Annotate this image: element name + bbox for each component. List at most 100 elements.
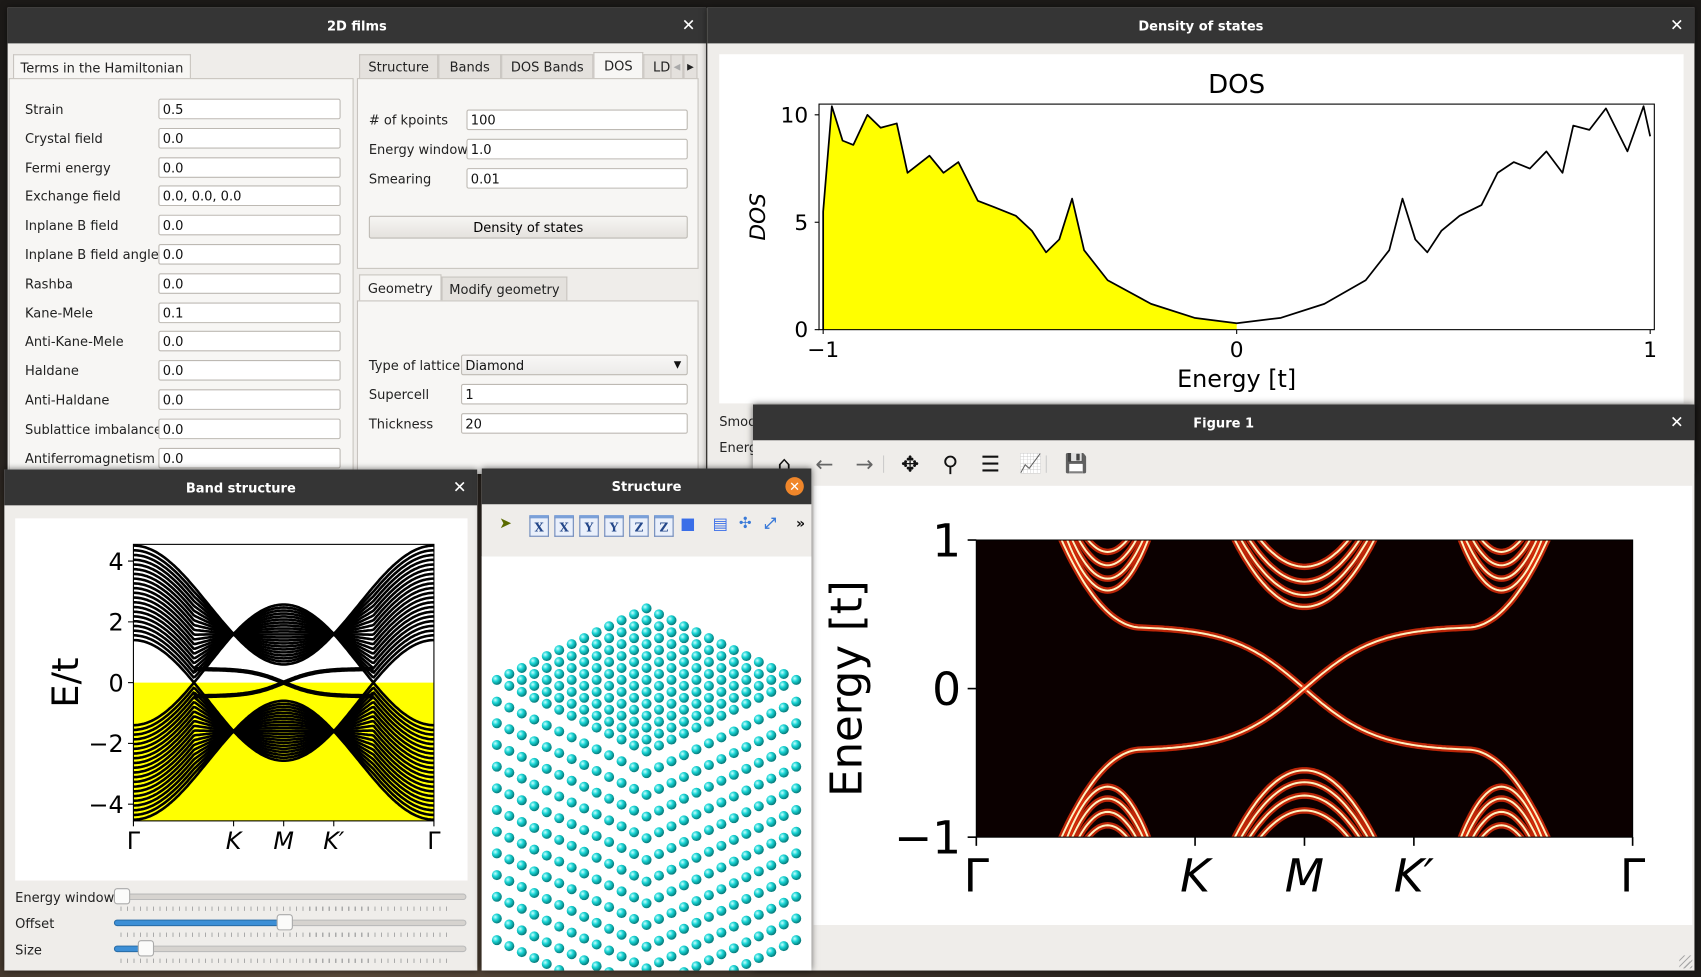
structure-3d-view[interactable]	[481, 556, 812, 971]
tab-scroll-right-button[interactable]: ▶	[683, 54, 698, 79]
atom-sphere	[529, 692, 540, 703]
atom-sphere	[741, 663, 752, 673]
atom-sphere	[529, 931, 540, 942]
save-disk-icon[interactable]: 💾	[1063, 451, 1089, 477]
slider-energy-window[interactable]	[113, 888, 467, 911]
atom-sphere	[616, 864, 627, 875]
close-icon[interactable]: ✕	[1670, 413, 1684, 430]
atom-sphere	[678, 657, 689, 668]
density-of-states-button[interactable]: Density of states	[368, 215, 688, 239]
view-y-icon[interactable]: Y	[579, 515, 599, 537]
atom-sphere	[504, 745, 515, 756]
split-view-icon[interactable]: ▤	[712, 514, 729, 534]
x-tick-label: Γ	[427, 827, 441, 855]
dos-occupied-fill	[823, 106, 1237, 330]
configure-subplots-icon[interactable]: ☰	[977, 451, 1003, 477]
resize-grip[interactable]	[1679, 955, 1693, 969]
atom-sphere	[529, 866, 540, 877]
view-minus-z-icon[interactable]: Z	[654, 515, 674, 537]
tab-ld[interactable]: LD	[643, 54, 673, 79]
close-icon[interactable]: ✕	[682, 16, 696, 33]
slider-handle[interactable]	[137, 940, 154, 957]
hamiltonian-panel: Strain 0.5 Crystal field 0.0 Fermi energy 0.0…	[8, 78, 354, 474]
pan-move-icon[interactable]: ✥	[897, 451, 923, 477]
zoom-magnifier-icon[interactable]: ⚲	[937, 451, 963, 477]
view-minus-x-icon[interactable]: X	[554, 515, 574, 537]
slider-handle[interactable]	[276, 914, 294, 931]
tab-bands[interactable]: Bands	[438, 54, 502, 79]
tab-hamiltonian[interactable]: Terms in the Hamiltonian	[13, 54, 191, 81]
tab-structure[interactable]: Structure	[359, 54, 439, 79]
structure-titlebar[interactable]: Structure ✕	[481, 468, 812, 505]
edit-axes-icon[interactable]: 📈	[1018, 451, 1044, 477]
view-minus-y-icon[interactable]: Y	[604, 515, 624, 537]
supercell-input[interactable]: 1	[461, 383, 688, 405]
more-chevron-icon[interactable]: »	[792, 515, 809, 532]
atom-sphere	[691, 674, 702, 685]
slider-handle[interactable]	[113, 888, 131, 905]
atom-sphere	[541, 674, 552, 685]
tab-scroll-left-button[interactable]: ◀	[670, 54, 684, 79]
atom-sphere	[491, 761, 502, 772]
term-input[interactable]: 0.0	[158, 418, 341, 439]
term-input[interactable]: 0.0	[158, 447, 341, 469]
toolbar-separator	[883, 455, 885, 473]
close-icon[interactable]: ✕	[785, 477, 804, 496]
atom-sphere	[678, 633, 689, 644]
figure1-titlebar[interactable]: Figure 1 ✕	[752, 404, 1695, 441]
atom-sphere	[678, 923, 689, 934]
term-input[interactable]: 0.0	[158, 243, 341, 265]
term-input[interactable]: 0.5	[158, 98, 341, 120]
view-x-icon[interactable]: X	[529, 515, 549, 537]
atom-sphere	[741, 807, 752, 818]
tab-geometry[interactable]: Geometry	[359, 274, 442, 301]
x-tick-label: 0	[1230, 338, 1244, 363]
term-input[interactable]: 0.0	[158, 331, 341, 352]
term-input[interactable]: 0.0	[158, 214, 341, 236]
close-icon[interactable]: ✕	[1670, 16, 1684, 33]
term-label: Fermi energy	[24, 160, 111, 176]
term-input[interactable]: 0.0	[158, 156, 341, 178]
iso-cube-icon[interactable]: ■	[679, 514, 696, 534]
view-z-icon[interactable]: Z	[629, 515, 649, 537]
tab-modify-geometry[interactable]: Modify geometry	[441, 276, 568, 301]
atom-sphere	[629, 740, 640, 751]
term-input[interactable]: 0.1	[158, 302, 341, 323]
term-input[interactable]: 0.0	[158, 389, 341, 410]
close-icon[interactable]: ✕	[453, 478, 467, 495]
dos-param-input[interactable]: 100	[466, 109, 688, 131]
atom-sphere	[691, 766, 702, 776]
bands-titlebar[interactable]: Band structure ✕	[4, 469, 478, 506]
tab-dos-bands[interactable]: DOS Bands	[501, 54, 594, 79]
atom-sphere	[716, 819, 727, 830]
tab-dos[interactable]: DOS	[593, 52, 644, 79]
atom-sphere	[728, 645, 739, 656]
atom-sphere	[629, 692, 640, 703]
dos-param-input[interactable]: 1.0	[466, 138, 688, 160]
fit-view-icon[interactable]: ⤢	[762, 515, 779, 532]
atom-sphere	[554, 943, 565, 954]
atom-sphere	[616, 698, 627, 709]
dos-param-input[interactable]: 0.01	[466, 168, 688, 189]
films-titlebar[interactable]: 2D films ✕	[7, 7, 707, 44]
thickness-input[interactable]: 20	[461, 413, 688, 434]
forward-arrow-icon[interactable]: →	[852, 451, 878, 477]
lattice-select[interactable]: Diamond ▼	[461, 354, 688, 376]
term-input[interactable]: 0.0, 0.0, 0.0	[158, 185, 341, 207]
back-arrow-icon[interactable]: ←	[811, 451, 837, 477]
select-pointer-icon[interactable]: ➤	[497, 515, 514, 532]
term-input[interactable]: 0.0	[158, 127, 341, 149]
term-label: Crystal field	[24, 130, 103, 147]
atom-sphere	[641, 734, 652, 745]
atom-sphere	[504, 767, 515, 778]
slider-offset[interactable]	[113, 914, 467, 937]
term-input[interactable]: 0.0	[158, 273, 341, 294]
slider-size[interactable]	[113, 940, 467, 963]
atom-sphere	[491, 696, 502, 707]
atom-sphere	[716, 775, 727, 786]
center-icon[interactable]: ✣	[737, 515, 754, 532]
atom-sphere	[591, 766, 602, 776]
term-input[interactable]: 0.0	[158, 360, 341, 381]
dos-titlebar[interactable]: Density of states ✕	[707, 7, 1695, 44]
atom-sphere	[791, 935, 802, 946]
